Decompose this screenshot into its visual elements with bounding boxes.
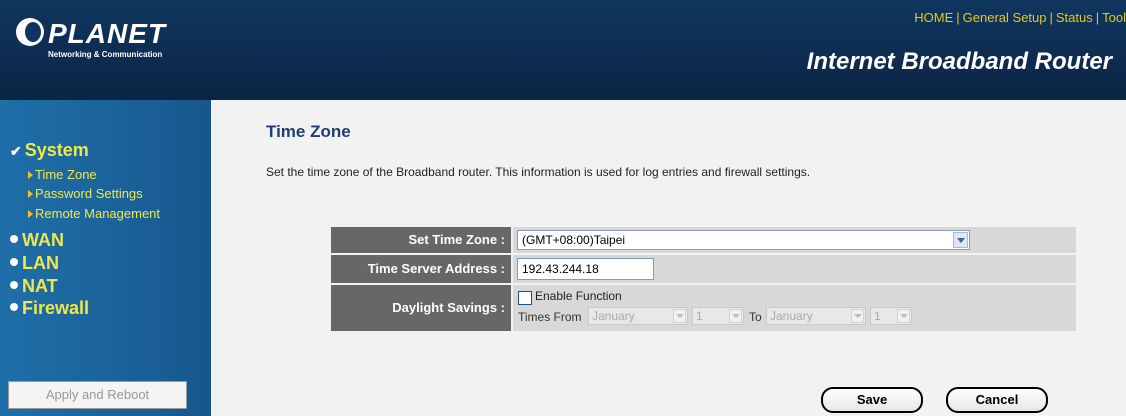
bullet-icon: [10, 303, 18, 312]
chevron-down-icon[interactable]: [953, 232, 968, 248]
to-month-select[interactable]: January: [766, 307, 866, 325]
sidebar-item-label: Firewall: [22, 298, 90, 318]
arrow-right-icon: [28, 190, 33, 198]
sidebar-subitem-remote-management[interactable]: Remote Management: [28, 206, 160, 221]
nav-general-setup-link[interactable]: General Setup: [963, 10, 1047, 25]
page-title: Time Zone: [266, 122, 351, 141]
product-title: Internet Broadband Router: [806, 48, 1112, 75]
checkmark-icon: ✔: [10, 143, 22, 159]
times-from-label: Times From: [518, 310, 582, 324]
sidebar-subitem-password-settings[interactable]: Password Settings: [28, 186, 143, 201]
sidebar-item-label: System: [24, 140, 89, 160]
enable-function-label: Enable Function: [535, 289, 622, 303]
nav-status-link[interactable]: Status: [1056, 10, 1093, 25]
bullet-icon: [10, 281, 18, 290]
planet-logo: PLANET Networking & Communication: [8, 16, 178, 68]
cancel-button[interactable]: Cancel: [946, 387, 1048, 413]
planet-logo-icon: [16, 18, 44, 46]
sidebar-item-label: WAN: [22, 230, 64, 250]
nav-separator: |: [1049, 10, 1053, 25]
to-month-value: January: [770, 309, 813, 323]
top-nav: HOME | General Setup | Status | Tool: [914, 10, 1126, 25]
sidebar-subitem-label: Password Settings: [35, 186, 143, 201]
logo-tagline: Networking & Communication: [48, 50, 163, 59]
sidebar-item-nat[interactable]: NAT: [10, 276, 58, 297]
sidebar-item-system[interactable]: ✔ System: [10, 140, 89, 161]
to-label: To: [749, 310, 762, 324]
sidebar-item-wan[interactable]: WAN: [10, 230, 64, 251]
nav-separator: |: [1095, 10, 1100, 25]
daylight-savings-row: Daylight Savings : Enable Function Times…: [331, 285, 1076, 331]
from-day-value: 1: [696, 309, 703, 323]
bullet-icon: [10, 235, 18, 244]
sidebar-item-label: LAN: [22, 253, 59, 273]
daylight-savings-cell: Enable Function Times From January 1 To …: [513, 285, 1076, 331]
sidebar-item-firewall[interactable]: Firewall: [10, 298, 89, 319]
daylight-savings-label: Daylight Savings :: [331, 285, 511, 331]
bullet-icon: [10, 258, 18, 267]
chevron-down-icon: [851, 309, 864, 323]
time-zone-cell: (GMT+08:00)Taipei: [513, 227, 1076, 253]
arrow-right-icon: [28, 210, 33, 218]
time-server-label: Time Server Address :: [331, 255, 511, 283]
apply-and-reboot-button[interactable]: Apply and Reboot: [8, 381, 187, 409]
sidebar: ✔ System Time Zone Password Settings Remo…: [0, 100, 211, 416]
enable-function-checkbox[interactable]: [518, 291, 532, 305]
sidebar-subitem-time-zone[interactable]: Time Zone: [28, 167, 97, 182]
sidebar-subitem-label: Remote Management: [35, 206, 161, 221]
to-day-select[interactable]: 1: [870, 307, 912, 325]
sidebar-subitem-label: Time Zone: [35, 167, 97, 182]
chevron-down-icon: [673, 309, 686, 323]
time-server-input[interactable]: 192.43.244.18: [517, 258, 654, 280]
chevron-down-icon: [729, 309, 742, 323]
chevron-down-icon: [897, 309, 910, 323]
main-content: Time Zone Set the time zone of the Broad…: [211, 100, 1126, 416]
arrow-right-icon: [28, 171, 33, 179]
header: PLANET Networking & Communication HOME | G…: [0, 0, 1126, 100]
to-day-value: 1: [874, 309, 881, 323]
time-zone-value: (GMT+08:00)Taipei: [522, 233, 626, 247]
sidebar-item-lan[interactable]: LAN: [10, 253, 59, 274]
page-description: Set the time zone of the Broadband route…: [266, 165, 811, 179]
from-month-value: January: [592, 309, 635, 323]
from-day-select[interactable]: 1: [692, 307, 744, 325]
from-month-select[interactable]: January: [588, 307, 688, 325]
time-server-cell: 192.43.244.18: [513, 255, 1076, 283]
nav-tool-link[interactable]: Tool: [1102, 10, 1126, 25]
time-server-row: Time Server Address : 192.43.244.18: [331, 255, 1076, 283]
nav-separator: |: [956, 10, 960, 25]
nav-home-link[interactable]: HOME: [914, 10, 953, 25]
time-zone-label: Set Time Zone :: [331, 227, 511, 253]
sidebar-item-label: NAT: [22, 276, 58, 296]
logo-brand: PLANET: [48, 18, 166, 49]
time-zone-row: Set Time Zone : (GMT+08:00)Taipei: [331, 227, 1076, 253]
save-button[interactable]: Save: [821, 387, 923, 413]
time-zone-select[interactable]: (GMT+08:00)Taipei: [517, 230, 970, 250]
